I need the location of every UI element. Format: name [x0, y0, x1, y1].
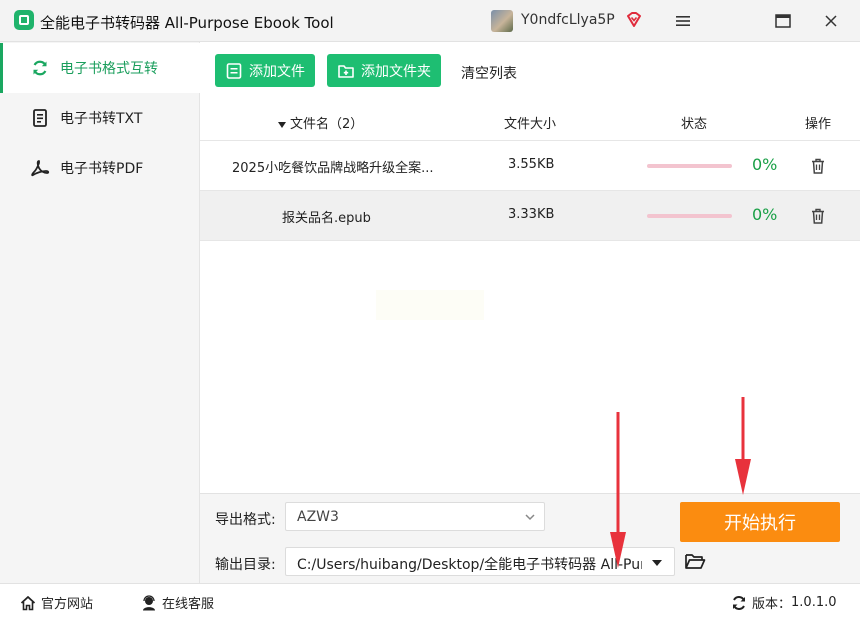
user-name[interactable]: Y0ndfcLlya5P: [521, 12, 615, 28]
sidebar-item-to-pdf[interactable]: 电子书转PDF: [0, 143, 200, 193]
start-button[interactable]: 开始执行: [680, 502, 840, 542]
folder-open-icon[interactable]: [684, 551, 706, 571]
action-header: 操作: [805, 117, 832, 132]
trash-icon[interactable]: [809, 207, 827, 225]
add-folder-icon: [337, 62, 355, 80]
status-percent: 0%: [752, 205, 778, 224]
status-percent: 0%: [752, 155, 778, 174]
clear-list-button[interactable]: 清空列表: [461, 63, 517, 83]
sidebar-item-label: 电子书转PDF: [60, 161, 144, 177]
status-header: 状态: [681, 117, 708, 132]
home-icon: [20, 595, 36, 611]
table-header: 文件名（2） 文件大小 状态 操作: [200, 102, 860, 141]
file-size: 3.33KB: [508, 207, 555, 222]
table-row[interactable]: 2025小吃餐饮品牌战略升级全案... 3.55KB 0%: [200, 141, 860, 191]
close-icon: [825, 15, 837, 27]
add-file-button[interactable]: 添加文件: [215, 54, 315, 87]
empty-area-highlight: [376, 290, 484, 320]
output-label: 输出目录:: [215, 557, 276, 573]
app-logo-icon: [14, 10, 34, 30]
progress-bar: [647, 164, 732, 168]
filename-header-label: 文件名（2）: [290, 117, 364, 132]
refresh-icon: [30, 58, 50, 78]
menu-button[interactable]: [670, 8, 696, 34]
add-file-label: 添加文件: [249, 63, 305, 80]
add-folder-button[interactable]: 添加文件夹: [327, 54, 441, 87]
app-title: 全能电子书转码器 All-Purpose Ebook Tool: [40, 14, 334, 32]
online-support-link[interactable]: 在线客服: [141, 593, 214, 612]
sidebar-item-label: 电子书转TXT: [60, 111, 143, 127]
menu-icon: [676, 16, 690, 26]
add-file-icon: [225, 62, 243, 80]
official-website-link[interactable]: 官方网站: [20, 593, 93, 612]
annotation-arrow-start: [735, 397, 751, 495]
website-label: 官方网站: [41, 597, 94, 612]
maximize-icon: [775, 14, 791, 28]
chevron-down-icon: [525, 514, 535, 521]
avatar[interactable]: [491, 10, 513, 32]
version-label: 版本：: [752, 597, 792, 612]
version-info[interactable]: 版本： 1.0.1.0: [731, 593, 837, 612]
format-label: 导出格式:: [215, 512, 276, 528]
output-dir-value: C:/Users/huibang/Desktop/全能电子书转码器 All-Pu…: [297, 557, 642, 573]
sidebar-item-label: 电子书格式互转: [60, 61, 158, 77]
size-header: 文件大小: [504, 117, 557, 132]
maximize-button[interactable]: [770, 8, 796, 34]
progress-bar: [647, 214, 732, 218]
sidebar-item-format-convert[interactable]: 电子书格式互转: [0, 43, 200, 93]
version-value: 1.0.1.0: [791, 595, 837, 610]
vip-diamond-icon[interactable]: [625, 11, 643, 29]
trash-icon[interactable]: [809, 157, 827, 175]
file-name: 2025小吃餐饮品牌战略升级全案...: [232, 161, 434, 176]
title-bar: 全能电子书转码器 All-Purpose Ebook Tool Y0ndfcLl…: [0, 0, 860, 42]
update-icon: [731, 595, 747, 611]
footer: 官方网站 在线客服 版本： 1.0.1.0: [0, 583, 860, 617]
caret-down-icon: [652, 560, 662, 566]
file-name: 报关品名.epub: [282, 211, 371, 226]
format-select[interactable]: AZW3: [285, 502, 545, 531]
support-label: 在线客服: [162, 597, 215, 612]
filename-header[interactable]: 文件名（2）: [278, 113, 363, 132]
close-button[interactable]: [818, 8, 844, 34]
pdf-icon: [30, 158, 50, 178]
sidebar-item-to-txt[interactable]: 电子书转TXT: [0, 93, 200, 143]
txt-document-icon: [30, 108, 50, 128]
customer-service-icon: [141, 594, 157, 611]
format-value: AZW3: [297, 509, 339, 525]
add-folder-label: 添加文件夹: [361, 63, 431, 80]
sort-down-icon: [278, 121, 286, 128]
table-row[interactable]: 报关品名.epub 3.33KB 0%: [200, 191, 860, 241]
file-size: 3.55KB: [508, 157, 555, 172]
annotation-arrow-output: [610, 412, 626, 568]
sidebar: 电子书格式互转 电子书转TXT 电子书转PDF: [0, 42, 200, 583]
